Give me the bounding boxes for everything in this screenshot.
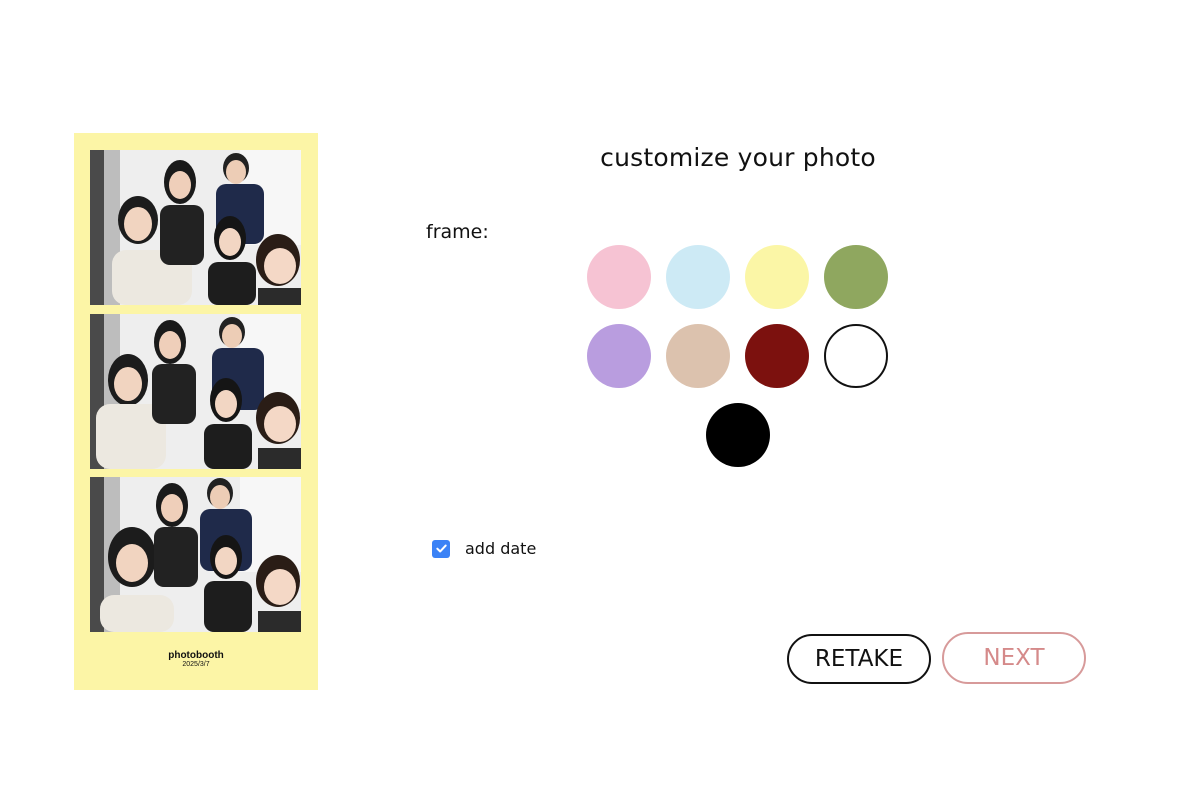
add-date-option: add date (432, 539, 536, 558)
retake-button[interactable]: RETAKE (787, 634, 931, 684)
frame-swatch-lavender[interactable] (587, 324, 651, 388)
checkmark-icon (435, 544, 447, 553)
strip-photo-3 (90, 477, 301, 632)
frame-swatch-light-blue[interactable] (666, 245, 730, 309)
page-title: customize your photo (600, 143, 876, 172)
photo-strip-preview: photobooth 2025/3/7 (74, 133, 318, 690)
photobooth-customize-page: photobooth 2025/3/7 customize your photo… (0, 0, 1200, 788)
frame-swatch-green[interactable] (824, 245, 888, 309)
strip-title: photobooth (168, 650, 224, 661)
strip-photo-2 (90, 314, 301, 469)
strip-photo-1 (90, 150, 301, 305)
frame-swatch-maroon[interactable] (745, 324, 809, 388)
add-date-checkbox[interactable] (432, 539, 450, 558)
add-date-label: add date (465, 539, 537, 558)
frame-swatch-pink[interactable] (587, 245, 651, 309)
strip-date: 2025/3/7 (182, 661, 210, 668)
frame-label: frame: (426, 221, 489, 243)
frame-swatch-beige[interactable] (666, 324, 730, 388)
strip-footer: photobooth 2025/3/7 (74, 650, 318, 669)
frame-swatch-yellow[interactable] (745, 245, 809, 309)
next-button[interactable]: NEXT (942, 632, 1086, 684)
frame-swatch-white[interactable] (824, 324, 888, 388)
frame-swatch-black[interactable] (706, 403, 770, 467)
